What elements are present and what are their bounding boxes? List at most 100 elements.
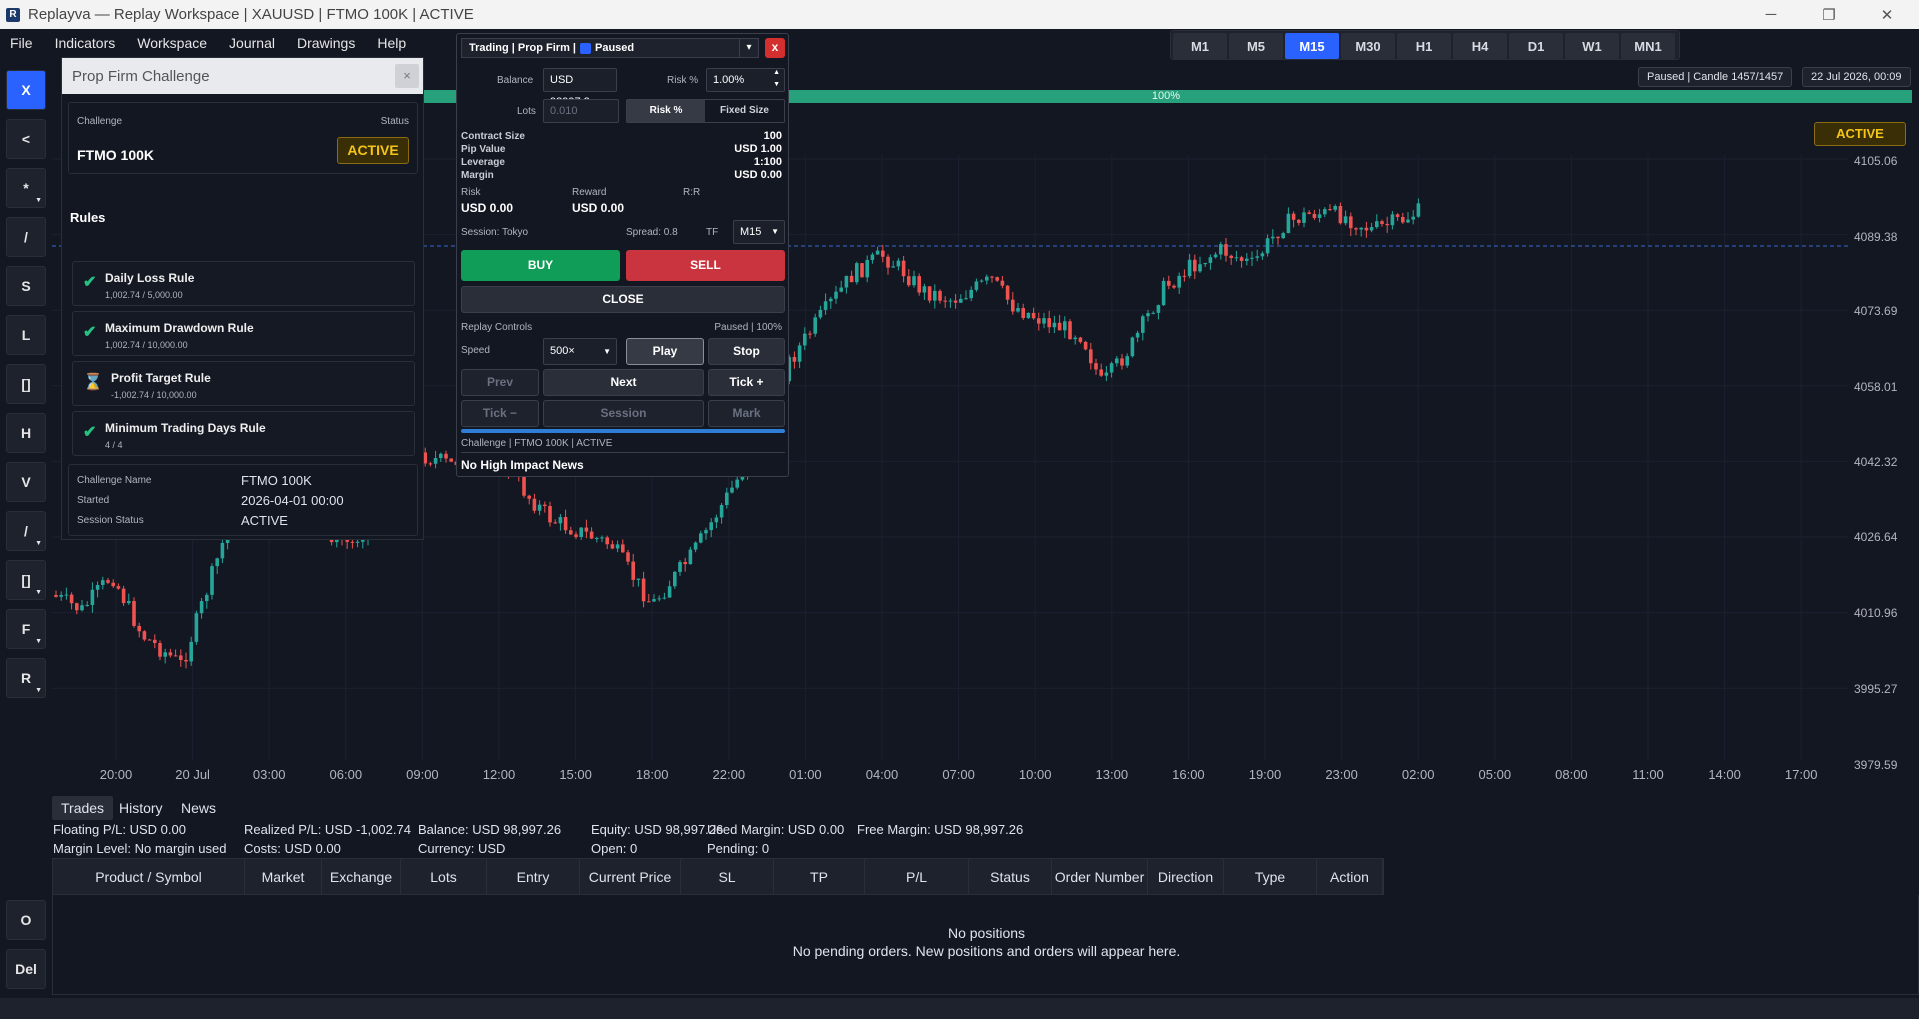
- mark-button[interactable]: Mark: [708, 400, 785, 427]
- tf-m15[interactable]: M15: [1285, 33, 1339, 59]
- toolbar-line-button[interactable]: /: [6, 217, 46, 257]
- candle-body: [626, 552, 630, 562]
- toolbar-l-button[interactable]: L: [6, 315, 46, 355]
- close-panel-button[interactable]: ×: [395, 64, 419, 88]
- close-window-icon[interactable]: ✕: [1858, 0, 1916, 29]
- menu-file[interactable]: File: [10, 35, 33, 51]
- tf-m30[interactable]: M30: [1341, 33, 1395, 59]
- candle-body: [137, 625, 141, 632]
- tf-m5[interactable]: M5: [1229, 33, 1283, 59]
- tf-m1[interactable]: M1: [1173, 33, 1227, 59]
- close-trading-panel-button[interactable]: x: [765, 38, 785, 58]
- toolbar-h-button[interactable]: H: [6, 413, 46, 453]
- toolbar-delete-button[interactable]: Del: [6, 949, 46, 989]
- col-market[interactable]: Market: [245, 859, 322, 894]
- col-sl[interactable]: SL: [681, 859, 774, 894]
- menu-indicators[interactable]: Indicators: [55, 35, 116, 51]
- col-action[interactable]: Action: [1317, 859, 1383, 894]
- tf-d1[interactable]: D1: [1509, 33, 1563, 59]
- candle-body: [1312, 213, 1317, 218]
- col-direction[interactable]: Direction: [1148, 859, 1224, 894]
- col-entry[interactable]: Entry: [487, 859, 580, 894]
- sell-button[interactable]: SELL: [626, 250, 785, 281]
- speed-select[interactable]: 500× ▼: [543, 338, 617, 365]
- candle-body: [933, 290, 937, 301]
- candle-body: [1385, 223, 1389, 226]
- price-tick-label: 4042.32: [1854, 455, 1898, 469]
- used-margin: Used Margin: USD 0.00: [707, 822, 845, 837]
- col-product[interactable]: Product / Symbol: [53, 859, 245, 894]
- candle-body: [147, 639, 152, 641]
- tab-history[interactable]: History: [110, 796, 172, 820]
- col-tp[interactable]: TP: [774, 859, 865, 894]
- buy-button[interactable]: BUY: [461, 250, 620, 281]
- stepper-icon[interactable]: ▲ ▼: [773, 67, 780, 91]
- toolbar-star-button[interactable]: * ▼: [6, 168, 46, 208]
- tick-plus-button[interactable]: Tick +: [708, 369, 785, 396]
- toolbar-x-button[interactable]: X: [6, 70, 46, 110]
- candle-body: [106, 580, 110, 583]
- col-order-number[interactable]: Order Number: [1052, 859, 1148, 894]
- candle-body: [1364, 227, 1369, 231]
- col-pl[interactable]: P/L: [865, 859, 969, 894]
- col-status[interactable]: Status: [969, 859, 1052, 894]
- tf-w1[interactable]: W1: [1565, 33, 1619, 59]
- toolbar-v-button[interactable]: V: [6, 462, 46, 502]
- candle-body: [355, 541, 360, 543]
- toolbar-back-button[interactable]: <: [6, 119, 46, 159]
- candle-body: [803, 333, 807, 346]
- candle-body: [589, 531, 594, 539]
- close-position-button[interactable]: CLOSE: [461, 286, 785, 313]
- col-type[interactable]: Type: [1224, 859, 1317, 894]
- col-current-price[interactable]: Current Price: [580, 859, 681, 894]
- risk-percent-field[interactable]: 1.00% ▲ ▼: [706, 68, 785, 92]
- price-tick-label: 3995.27: [1854, 682, 1898, 696]
- minimize-icon[interactable]: ─: [1742, 0, 1800, 29]
- candle-body: [173, 655, 178, 657]
- maximize-icon[interactable]: ❐: [1800, 0, 1858, 29]
- candle-body: [1193, 259, 1197, 272]
- tf-select[interactable]: M15 ▼: [733, 220, 785, 244]
- toolbar-r-button[interactable]: R ▼: [6, 658, 46, 698]
- lots-input[interactable]: 0.010: [543, 99, 619, 123]
- risk-percent-label: Risk %: [667, 75, 699, 86]
- menu-journal[interactable]: Journal: [229, 35, 275, 51]
- tf-mn1[interactable]: MN1: [1621, 33, 1675, 59]
- col-exchange[interactable]: Exchange: [322, 859, 401, 894]
- col-lots[interactable]: Lots: [401, 859, 487, 894]
- menu-workspace[interactable]: Workspace: [137, 35, 207, 51]
- candle-body: [1260, 253, 1265, 257]
- toolbar-trend-button[interactable]: / ▼: [6, 511, 46, 551]
- replay-status: Paused | Candle 1457/1457: [1638, 67, 1793, 87]
- mode-fixed-button[interactable]: Fixed Size: [705, 100, 784, 122]
- challenge-label: Challenge: [77, 116, 123, 127]
- toolbar-rect-button[interactable]: []: [6, 364, 46, 404]
- panel-menu-button[interactable]: ▾: [739, 38, 759, 58]
- candle-body: [699, 533, 703, 543]
- session-button[interactable]: Session: [543, 400, 704, 427]
- balance-field[interactable]: USD 98997.2: [543, 68, 617, 108]
- tf-h4[interactable]: H4: [1453, 33, 1507, 59]
- toolbar-o-button[interactable]: O: [6, 900, 46, 940]
- tab-news[interactable]: News: [172, 796, 225, 820]
- candle-body: [673, 571, 677, 587]
- toolbar-star-label: *: [23, 180, 29, 196]
- menu-drawings[interactable]: Drawings: [297, 35, 355, 51]
- stop-button[interactable]: Stop: [708, 338, 785, 365]
- play-button[interactable]: Play: [626, 338, 704, 365]
- tab-trades[interactable]: Trades: [52, 796, 114, 820]
- margin-label: Margin: [461, 170, 494, 181]
- prev-button[interactable]: Prev: [461, 369, 539, 396]
- mode-risk-button[interactable]: Risk %: [627, 100, 705, 122]
- candle-body: [569, 530, 573, 535]
- tf-h1[interactable]: H1: [1397, 33, 1451, 59]
- toolbar-s-button[interactable]: S: [6, 266, 46, 306]
- toolbar-f-button[interactable]: F ▼: [6, 609, 46, 649]
- tick-minus-button[interactable]: Tick −: [461, 400, 539, 427]
- candle-body: [797, 345, 802, 362]
- candle-body: [1031, 312, 1036, 319]
- next-button[interactable]: Next: [543, 369, 704, 396]
- candle-body: [1083, 341, 1088, 350]
- toolbar-shape-button[interactable]: [] ▼: [6, 560, 46, 600]
- menu-help[interactable]: Help: [377, 35, 406, 51]
